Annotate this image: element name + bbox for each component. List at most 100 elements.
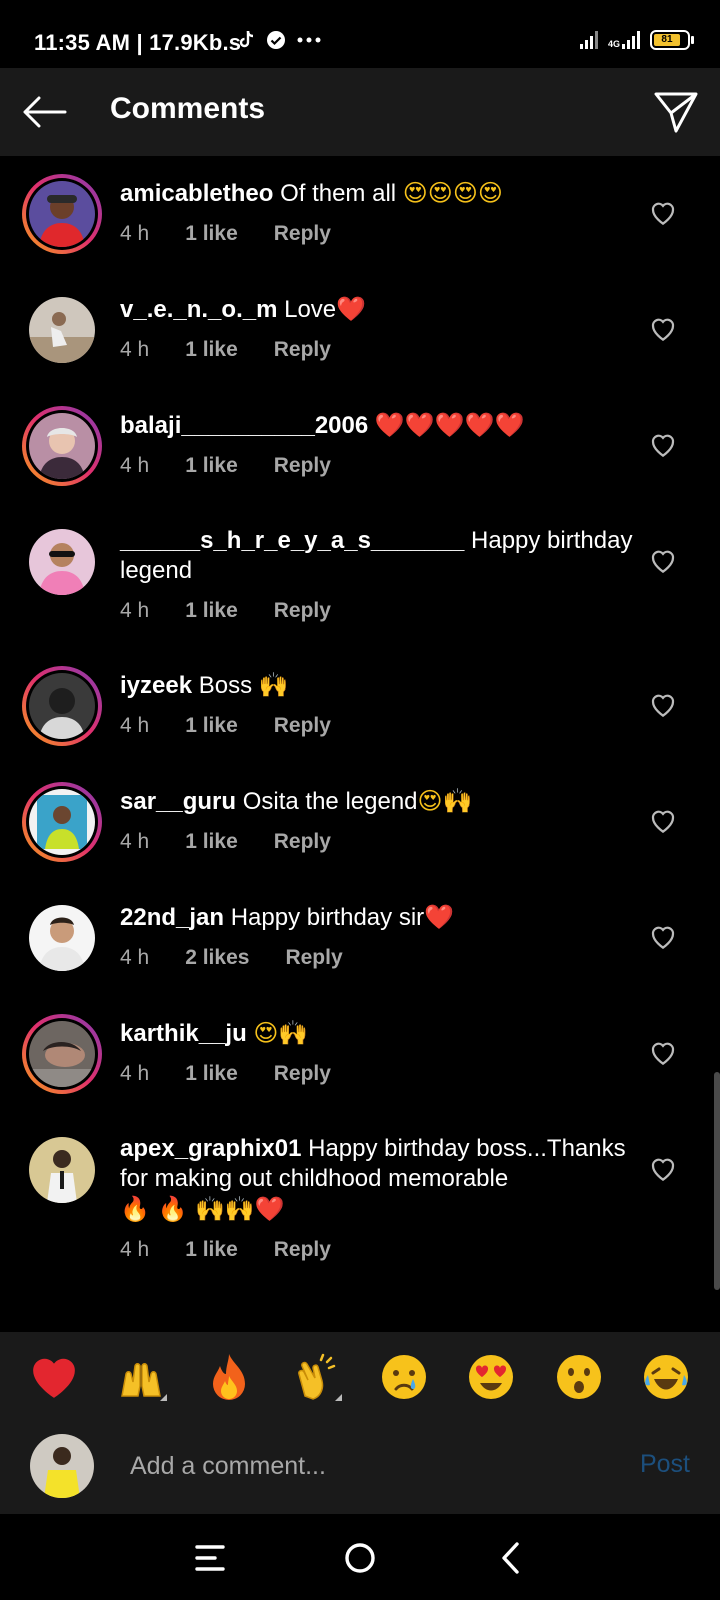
comment-text: 22nd_jan Happy birthday sir❤️ (120, 902, 640, 933)
comment-body: v_.e._n._o._m Love❤️ 4 h 1 like Reply (120, 294, 640, 365)
comment-text: v_.e._n._o._m Love❤️ (120, 294, 640, 325)
comment-message: Osita the legend (242, 788, 418, 815)
avatar-wrapper[interactable] (22, 1130, 102, 1210)
reply-button[interactable]: Reply (274, 1235, 331, 1265)
comment-meta: 4 h 1 like Reply (120, 596, 640, 626)
emoji-fire-button[interactable] (199, 1347, 259, 1407)
comment-likes[interactable]: 1 like (185, 1235, 238, 1265)
comment-username[interactable]: 22nd_jan (120, 904, 224, 931)
reply-button[interactable]: Reply (285, 943, 342, 973)
comment-meta: 4 h 1 like Reply (120, 335, 640, 365)
like-heart-icon[interactable] (648, 690, 678, 720)
reply-button[interactable]: Reply (274, 827, 331, 857)
emoji-heart-button[interactable] (24, 1347, 84, 1407)
comment-likes[interactable]: 1 like (185, 1059, 238, 1089)
like-heart-icon[interactable] (648, 546, 678, 576)
comment-username[interactable]: sar__guru (120, 788, 236, 815)
emoji-clap-button[interactable] (286, 1347, 346, 1407)
crying-face-icon (381, 1355, 426, 1399)
comment-likes[interactable]: 1 like (185, 596, 238, 626)
like-heart-icon[interactable] (648, 806, 678, 836)
like-heart-icon[interactable] (648, 198, 678, 228)
comment-username[interactable]: balaji__________2006 (120, 412, 368, 439)
comment-meta: 4 h 1 like Reply (120, 1059, 640, 1089)
comment-message: Happy birthday sir (230, 904, 425, 931)
page-title: Comments (110, 92, 266, 125)
comment-likes[interactable]: 1 like (185, 451, 238, 481)
status-time: 11:35 AM | 17.9Kb.s (34, 30, 242, 55)
comment-username[interactable]: karthik__ju (120, 1020, 247, 1047)
like-heart-icon[interactable] (648, 1154, 678, 1184)
comment-input[interactable] (130, 1444, 600, 1488)
comment-body: apex_graphix01 Happy birthday boss...Tha… (120, 1134, 640, 1265)
post-button[interactable]: Post (640, 1450, 690, 1479)
comment-likes[interactable]: 2 likes (185, 943, 249, 973)
comment-likes[interactable]: 1 like (185, 335, 238, 365)
comment-time: 4 h (120, 1238, 150, 1261)
status-right-icons: 4G 81 (579, 30, 694, 50)
recent-apps-button[interactable] (188, 1536, 232, 1580)
emoji-crying-button[interactable] (374, 1347, 434, 1407)
avatar-story-ring[interactable] (22, 1014, 102, 1094)
avatar (29, 297, 95, 363)
comment-username[interactable]: ______s_h_r_e_y_a_s_______ (120, 527, 464, 554)
clapping-hands-icon (298, 1353, 336, 1400)
comment-likes[interactable]: 1 like (185, 219, 238, 249)
comments-list[interactable]: amicabletheo Of them all 😍😍😍😍 4 h 1 like R… (0, 156, 720, 1332)
avatar-story-ring[interactable] (22, 406, 102, 486)
avatar (29, 413, 95, 479)
reply-button[interactable]: Reply (274, 1059, 331, 1089)
scrollbar[interactable] (714, 1072, 720, 1290)
comment-body: karthik__ju 😍🙌 4 h 1 like Reply (120, 1018, 640, 1089)
avatar-story-ring[interactable] (22, 666, 102, 746)
share-button[interactable] (650, 86, 702, 138)
comment-username[interactable]: apex_graphix01 (120, 1135, 301, 1162)
like-heart-icon[interactable] (648, 430, 678, 460)
red-heart-icon (32, 1358, 75, 1398)
comment-username[interactable]: iyzeek (120, 672, 192, 699)
back-chevron-icon (502, 1542, 519, 1574)
comment-time: 4 h (120, 946, 150, 969)
reply-button[interactable]: Reply (274, 451, 331, 481)
paper-plane-icon (654, 92, 698, 133)
comment-body: ______s_h_r_e_y_a_s_______ Happy birthda… (120, 526, 640, 626)
avatar-story-ring[interactable] (22, 782, 102, 862)
emoji-raised-hands-button[interactable] (111, 1347, 171, 1407)
reply-button[interactable]: Reply (274, 219, 331, 249)
battery-icon: 81 (650, 30, 694, 50)
avatar-wrapper[interactable] (22, 290, 102, 370)
tears-of-joy-icon (644, 1355, 689, 1399)
emoji-surprised-button[interactable] (549, 1347, 609, 1407)
avatar-story-ring[interactable] (22, 174, 102, 254)
like-heart-icon[interactable] (648, 314, 678, 344)
comment-emojis: 😍🙌 (417, 787, 473, 815)
comment-body: amicabletheo Of them all 😍😍😍😍 4 h 1 like R… (120, 178, 640, 249)
avatar-wrapper[interactable] (22, 898, 102, 978)
emoji-heart-eyes-button[interactable] (461, 1347, 521, 1407)
home-button[interactable] (338, 1536, 382, 1580)
tiktok-icon (239, 30, 254, 48)
back-button[interactable] (18, 86, 70, 138)
comment-username[interactable]: amicabletheo (120, 180, 273, 207)
reply-button[interactable]: Reply (274, 711, 331, 741)
avatar (29, 529, 95, 595)
comment-username[interactable]: v_.e._n._o._m (120, 296, 277, 323)
avatar (29, 905, 95, 971)
battery-level: 81 (654, 34, 680, 46)
status-bar: 11:35 AM | 17.9Kb.s 4G 81 (0, 0, 720, 68)
more-dots-icon (297, 37, 321, 43)
comment-meta: 4 h 1 like Reply (120, 711, 640, 741)
like-heart-icon[interactable] (648, 1038, 678, 1068)
comment-likes[interactable]: 1 like (185, 827, 238, 857)
avatar-wrapper[interactable] (22, 522, 102, 602)
reply-button[interactable]: Reply (274, 596, 331, 626)
comment-likes[interactable]: 1 like (185, 711, 238, 741)
comment-text: sar__guru Osita the legend😍🙌 (120, 786, 640, 817)
system-back-button[interactable] (488, 1536, 532, 1580)
comment-message: Boss (198, 672, 253, 699)
like-heart-icon[interactable] (648, 922, 678, 952)
comment-time: 4 h (120, 830, 150, 853)
reply-button[interactable]: Reply (274, 335, 331, 365)
emoji-laughing-button[interactable] (636, 1347, 696, 1407)
comment-emojis: ❤️ (336, 295, 367, 323)
